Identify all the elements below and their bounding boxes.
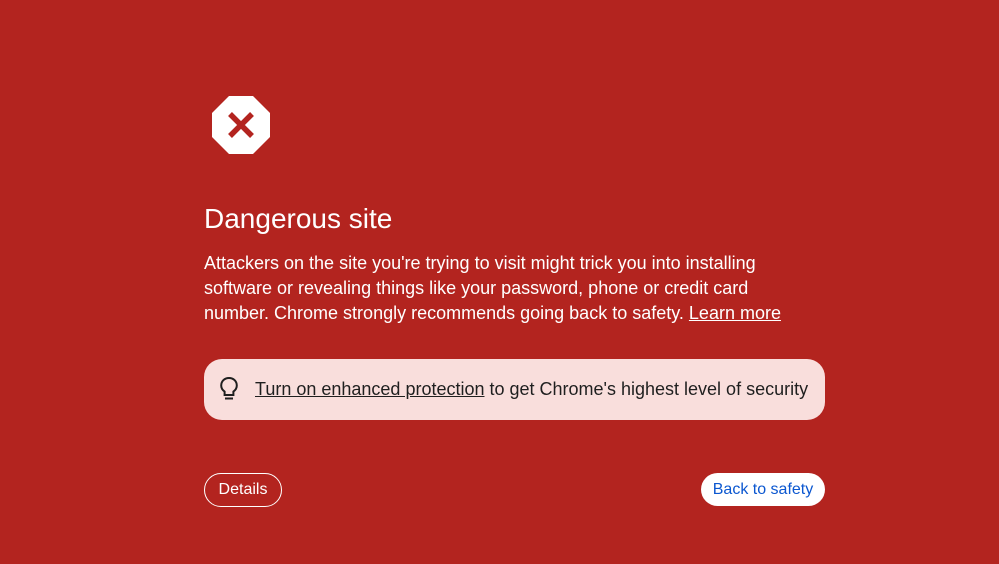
enhanced-protection-link[interactable]: Turn on enhanced protection — [255, 379, 485, 399]
warning-body-text: Attackers on the site you're trying to v… — [204, 253, 756, 323]
tip-text: Turn on enhanced protection to get Chrom… — [255, 378, 808, 400]
tip-rest-text: to get Chrome's highest level of securit… — [484, 379, 809, 399]
stop-sign-x-icon — [212, 96, 270, 154]
lightbulb-icon — [220, 376, 238, 400]
details-button[interactable]: Details — [204, 473, 282, 507]
learn-more-link[interactable]: Learn more — [689, 303, 781, 323]
page-title: Dangerous site — [204, 203, 393, 234]
enhanced-protection-tip: Turn on enhanced protection to get Chrom… — [204, 359, 825, 420]
warning-description: Attackers on the site you're trying to v… — [204, 251, 804, 326]
back-to-safety-button[interactable]: Back to safety — [701, 473, 825, 506]
